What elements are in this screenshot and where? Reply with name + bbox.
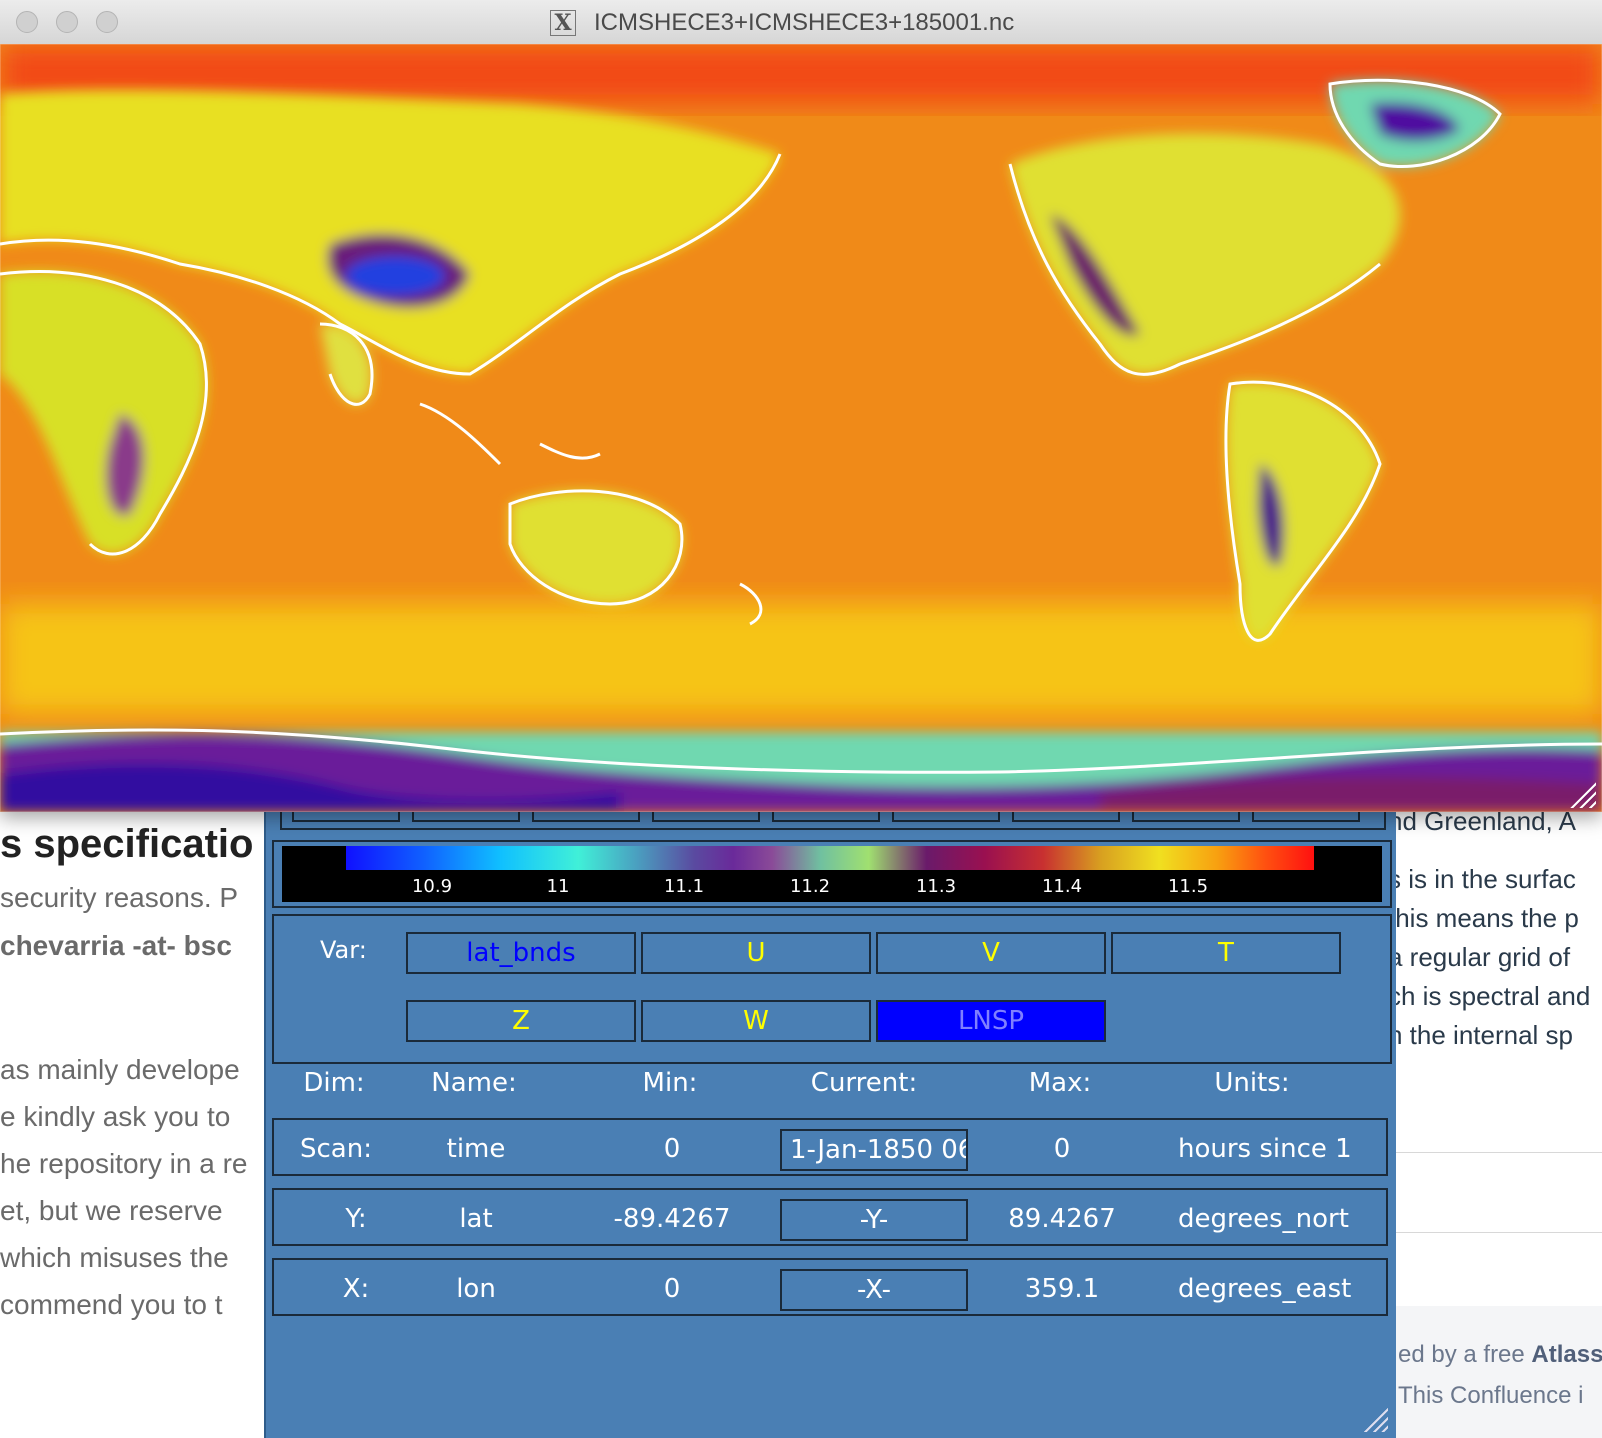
var-button-t[interactable]: T [1111,932,1341,974]
header-dim: Dim: [303,1068,365,1098]
close-window-button[interactable] [16,11,38,33]
resize-grip-icon[interactable] [1364,1408,1388,1432]
minimize-window-button[interactable] [56,11,78,33]
page-text-line: which misuses the [0,1242,229,1273]
dim-max: 0 [1053,1134,1071,1164]
divider [1390,1152,1602,1153]
page-text-line: he repository in a re [0,1148,248,1179]
dim-min: 0 [663,1274,681,1304]
colorbar-tick: 11.4 [1041,876,1083,897]
x11-icon: X [550,10,576,36]
dim-label: Y: [345,1204,367,1234]
dim-name: lat [459,1204,493,1234]
footer-license: This Confluence i [1398,1382,1584,1409]
page-text-line: a regular grid of [1388,942,1571,972]
header-min: Min: [642,1068,698,1098]
dim-name: lon [456,1274,496,1304]
var-button-v[interactable]: V [876,932,1106,974]
page-text-line: ch is spectral and [1388,981,1591,1011]
dim-label: X: [342,1274,370,1304]
page-text-line: s is in the surfac [1388,864,1576,894]
dim-min: -89.4267 [613,1204,731,1234]
lnsp-map-image[interactable] [0,44,1602,812]
colorbar-gradient [346,846,1314,870]
resize-grip-icon[interactable] [1570,782,1596,808]
map-window: X ICMSHECE3+ICMSHECE3+185001.nc [0,0,1602,812]
dim-units: hours since 1 [1178,1134,1352,1164]
page-text-line: et, but we reserve [0,1195,223,1226]
var-label: Var: [320,936,367,964]
var-button-z[interactable]: Z [406,1000,636,1042]
window-title: ICMSHECE3+ICMSHECE3+185001.nc [594,9,1015,36]
page-text-line: e kindly ask you to [0,1101,231,1132]
dim-current-button[interactable]: -Y- [780,1199,968,1241]
header-units: Units: [1214,1068,1290,1098]
page-text-line: n the internal sp [1388,1020,1574,1050]
var-button-lat-bnds[interactable]: lat_bnds [406,932,636,974]
page-footer [1390,1306,1602,1438]
colorbar-tick: 11.5 [1167,876,1209,897]
var-button-u[interactable]: U [641,932,871,974]
colorbar[interactable]: 10.9 11 11.1 11.2 11.3 11.4 11.5 [272,840,1392,908]
dim-row-scan: Scan: time 0 1-Jan-1850 06 0 hours since… [272,1118,1388,1176]
variable-selector: Var: lat_bnds U V T Z W LNSP [272,914,1392,1064]
divider [1390,1232,1602,1233]
dim-row-y: Y: lat -89.4267 -Y- 89.4267 degrees_nort [272,1188,1388,1246]
header-name: Name: [431,1068,517,1098]
footer-powered-by: ed by a free Atlass [1398,1341,1602,1369]
dim-max: 89.4267 [1008,1204,1116,1234]
header-max: Max: [1028,1068,1092,1098]
colorbar-tick: 11.1 [663,876,705,897]
dim-max: 359.1 [1024,1274,1100,1304]
header-current: Current: [810,1068,918,1098]
page-heading: s specificatio [0,822,254,866]
title-bar[interactable]: X ICMSHECE3+ICMSHECE3+185001.nc [0,0,1602,45]
page-text-line: commend you to t [0,1289,223,1320]
colorbar-tick: 11 [546,876,570,897]
footer-prefix: ed by a free [1398,1341,1532,1368]
page-text-line: this means the p [1388,903,1579,933]
footer-brand: Atlass [1531,1341,1602,1368]
dim-min: 0 [663,1134,681,1164]
zoom-window-button[interactable] [96,11,118,33]
var-button-w[interactable]: W [641,1000,871,1042]
dim-name: time [446,1134,506,1164]
dim-label: Scan: [300,1134,372,1164]
page-text-line: security reasons. P [0,882,239,913]
page-text-line: chevarria -at- bsc [0,930,232,961]
dim-units: degrees_nort [1178,1204,1349,1234]
var-button-lnsp[interactable]: LNSP [876,1000,1106,1042]
dim-units: degrees_east [1178,1274,1352,1304]
dim-current-button[interactable]: 1-Jan-1850 06 [780,1129,968,1171]
colorbar-tick: 11.2 [789,876,831,897]
ncview-control-window: 10.9 11 11.1 11.2 11.3 11.4 11.5 Var: la… [264,806,1396,1438]
dim-current-button[interactable]: -X- [780,1269,968,1311]
colorbar-tick: 11.3 [915,876,957,897]
dim-row-x: X: lon 0 -X- 359.1 degrees_east [272,1258,1388,1316]
page-text-line: as mainly develope [0,1054,240,1085]
colorbar-tick: 10.9 [411,876,453,897]
